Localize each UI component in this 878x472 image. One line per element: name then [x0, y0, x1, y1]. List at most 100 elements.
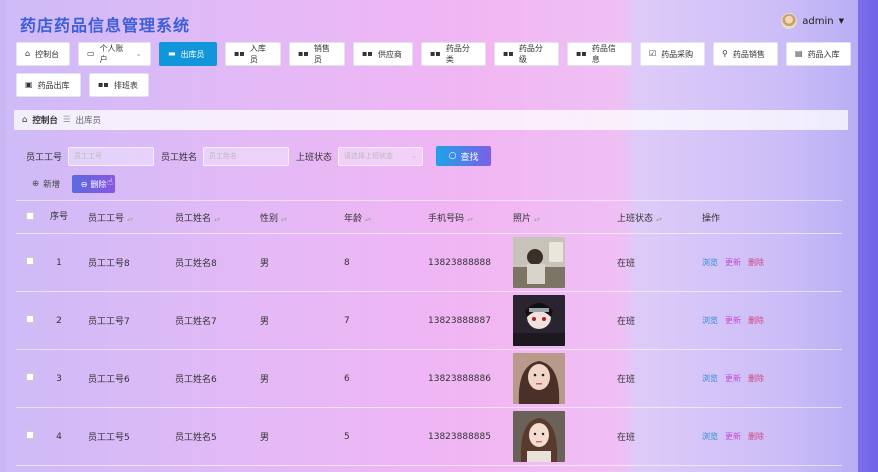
app-header: 药店药品信息管理系统 — [20, 12, 190, 36]
find-button[interactable]: ○ 查找 — [436, 146, 492, 166]
col-photo[interactable]: 照片 ▴▾ — [513, 211, 617, 224]
delete-link[interactable]: 删除 — [748, 432, 764, 441]
breadcrumb-home[interactable]: 控制台 — [32, 114, 58, 126]
edit-link[interactable]: 更新 — [725, 432, 741, 441]
view-link[interactable]: 浏览 — [702, 374, 718, 383]
plus-circle-icon: ⊕ — [32, 179, 40, 189]
monitor-icon: ▬ — [168, 49, 176, 58]
cell-status: 在班 — [617, 259, 636, 269]
col-phone[interactable]: 手机号码 ▴▾ — [428, 211, 513, 224]
table-row[interactable]: 2 员工工号7 员工姓名7 男 7 13823888887 在班 浏览 更新 删除 — [16, 292, 842, 350]
nav-drug-grade[interactable]: ▪▪ 药品分级 — [494, 42, 559, 66]
minus-circle-icon: ⊖ — [80, 179, 88, 189]
grid-icon: ▪▪ — [362, 49, 373, 58]
view-link[interactable]: 浏览 — [702, 258, 718, 267]
cell-status: 在班 — [617, 433, 636, 443]
table-row[interactable]: 3 员工工号6 员工姓名6 男 6 13823888886 在班 浏览 更新 删除 — [16, 350, 842, 408]
person-icon: ⚲ — [722, 49, 728, 58]
cell-id: 员工工号6 — [88, 375, 130, 385]
cell-no: 1 — [56, 257, 62, 268]
status-label: 上班状态 — [296, 152, 333, 163]
table-row[interactable]: 4 员工工号5 员工姓名5 男 5 13823888885 在班 浏览 更新 删除 — [16, 408, 842, 466]
sort-icon: ▴▾ — [281, 215, 288, 223]
nav-drug-inbound[interactable]: ▤ 药品入库 — [786, 42, 851, 66]
col-age[interactable]: 年龄 ▴▾ — [344, 211, 428, 224]
sort-icon: ▴▾ — [534, 215, 541, 223]
name-input[interactable]: 员工姓名 — [203, 146, 290, 166]
nav-sales-staff[interactable]: ▪▪ 销售员 — [289, 42, 345, 66]
cell-no: 2 — [56, 315, 62, 326]
col-name[interactable]: 员工姓名 ▴▾ — [175, 211, 260, 224]
nav-supplier[interactable]: ▪▪ 供应商 — [353, 42, 413, 66]
grid-icon: ▪▪ — [430, 49, 441, 58]
nav-inbound-staff[interactable]: ▪▪ 入库员 — [225, 42, 281, 66]
staff-photo[interactable] — [513, 353, 565, 404]
row-checkbox[interactable] — [26, 373, 34, 381]
action-bar: ⊕ 新增 ⊖ 删除 ☝ — [30, 174, 116, 194]
nav-dashboard[interactable]: ⌂ 控制台 — [16, 42, 70, 66]
delete-link[interactable]: 删除 — [748, 374, 764, 383]
cell-age: 7 — [344, 315, 350, 326]
nav-drug-category[interactable]: ▪▪ 药品分类 — [421, 42, 486, 66]
col-id[interactable]: 员工工号 ▴▾ — [70, 211, 175, 224]
cell-status: 在班 — [617, 375, 636, 385]
row-checkbox[interactable] — [26, 431, 34, 439]
cell-name: 员工姓名7 — [175, 317, 217, 327]
sort-icon: ▴▾ — [656, 215, 663, 223]
pointer-cursor-icon: ☝ — [107, 177, 114, 188]
cell-sex: 男 — [260, 259, 270, 269]
edit-link[interactable]: 更新 — [725, 374, 741, 383]
top-nav: ⌂ 控制台 ▭ 个人账户 ⌄ ▬ 出库员 ▪▪ 入库员 ▪▪ 销售员 ▪▪ 供应商 ▪▪ 药品分… — [16, 42, 856, 97]
search-bar: 员工工号 员工工号 员工姓名 员工姓名 上班状态 请选择上班状态 ⌄ ○ 查找 — [26, 146, 492, 166]
row-checkbox[interactable] — [26, 257, 34, 265]
cell-phone: 13823888887 — [428, 315, 491, 326]
nav-drug-outbound[interactable]: ▣ 药品出库 — [16, 73, 81, 97]
user-menu[interactable]: admin ▼ — [781, 13, 844, 29]
cell-name: 员工姓名6 — [175, 375, 217, 385]
col-ops: 操作 — [702, 213, 721, 224]
caret-down-icon: ▼ — [838, 17, 844, 25]
nav-outbound-staff[interactable]: ▬ 出库员 — [159, 42, 217, 66]
staff-table: 序号 员工工号 ▴▾ 员工姓名 ▴▾ 性别 ▴▾ 年龄 ▴▾ 手机号码 ▴▾ 照片 ▴▾ 上… — [16, 200, 842, 466]
breadcrumb-separator: ☰ — [62, 115, 71, 125]
cell-name: 员工姓名8 — [175, 259, 217, 269]
staff-photo[interactable] — [513, 237, 565, 288]
sort-icon: ▴▾ — [127, 215, 134, 223]
edit-link[interactable]: 更新 — [725, 258, 741, 267]
add-button[interactable]: ⊕ 新增 — [30, 174, 62, 194]
cell-sex: 男 — [260, 433, 270, 443]
cell-phone: 13823888888 — [428, 257, 491, 268]
delete-link[interactable]: 删除 — [748, 258, 764, 267]
status-select[interactable]: 请选择上班状态 ⌄ — [338, 146, 424, 166]
cell-age: 5 — [344, 431, 350, 442]
cell-id: 员工工号8 — [88, 259, 130, 269]
cell-sex: 男 — [260, 375, 270, 385]
cell-id: 员工工号7 — [88, 317, 130, 327]
breadcrumb-current: 出库员 — [75, 116, 102, 126]
staff-photo[interactable] — [513, 295, 565, 346]
grid-icon: ▪▪ — [98, 80, 109, 89]
col-sex[interactable]: 性别 ▴▾ — [260, 211, 344, 224]
table-row[interactable]: 1 员工工号8 员工姓名8 男 8 13823888888 在班 浏览 更新 删除 — [16, 234, 842, 292]
view-link[interactable]: 浏览 — [702, 316, 718, 325]
box-icon: ▤ — [795, 49, 803, 58]
view-link[interactable]: 浏览 — [702, 432, 718, 441]
nav-account[interactable]: ▭ 个人账户 ⌄ — [78, 42, 151, 66]
home-icon: ⌂ — [22, 115, 28, 125]
nav-drug-sales[interactable]: ⚲ 药品销售 — [713, 42, 778, 66]
nav-drug-info[interactable]: ▪▪ 药品信息 — [567, 42, 632, 66]
col-status[interactable]: 上班状态 ▴▾ — [617, 211, 702, 224]
delete-button[interactable]: ⊖ 删除 ☝ — [72, 175, 116, 193]
edit-link[interactable]: 更新 — [725, 316, 741, 325]
nav-drug-purchase[interactable]: ☑ 药品采购 — [640, 42, 705, 66]
staff-photo[interactable] — [513, 411, 565, 462]
username: admin — [802, 15, 834, 27]
name-label: 员工姓名 — [161, 152, 198, 163]
sort-icon: ▴▾ — [365, 215, 372, 223]
nav-schedule[interactable]: ▪▪ 排班表 — [89, 73, 149, 97]
sort-icon: ▴▾ — [214, 215, 221, 223]
delete-link[interactable]: 删除 — [748, 316, 764, 325]
id-input[interactable]: 员工工号 — [68, 146, 155, 166]
select-all-checkbox[interactable] — [26, 211, 34, 220]
row-checkbox[interactable] — [26, 315, 34, 323]
